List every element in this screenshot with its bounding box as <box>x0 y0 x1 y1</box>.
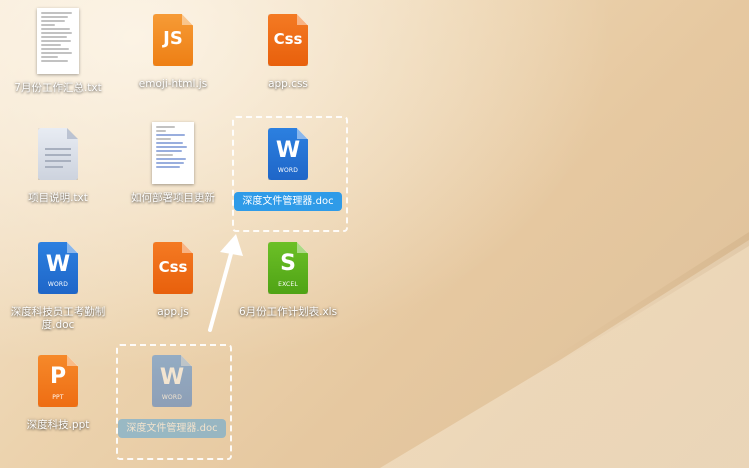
desktop[interactable]: 7月份工作汇总.txt JS emoji-html.js Css app.css <box>0 0 749 468</box>
drag-arrow-icon <box>208 234 243 332</box>
